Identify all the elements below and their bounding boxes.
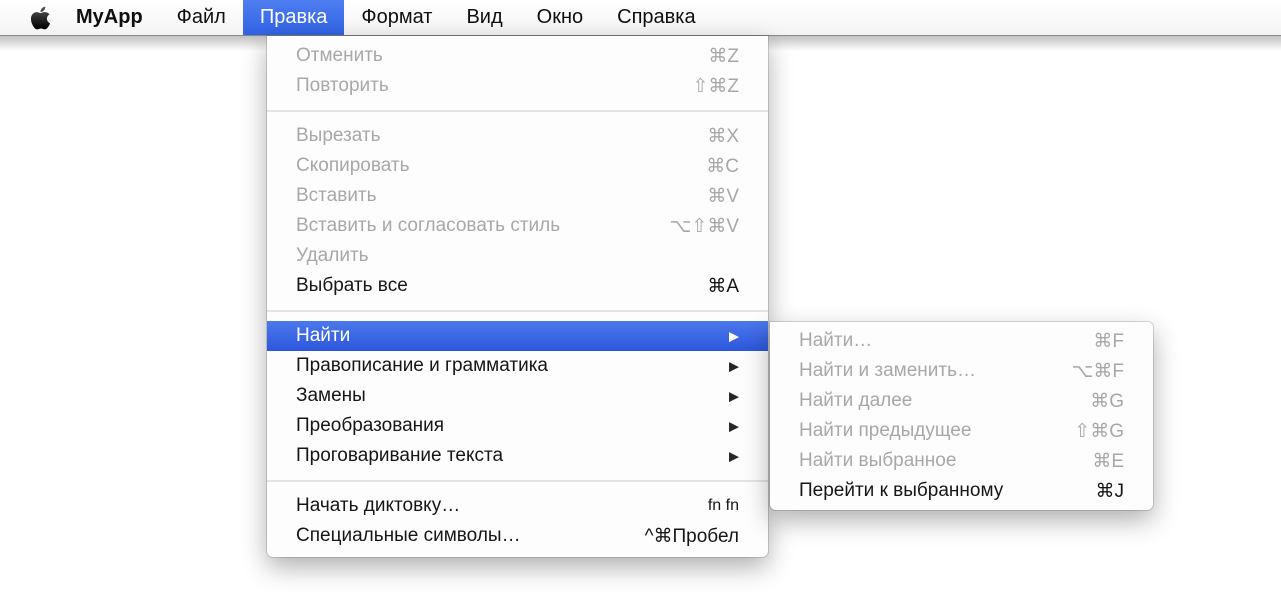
menu-item-shortcut: ^⌘Пробел [645, 525, 739, 548]
menubar-item-file[interactable]: Файл [160, 0, 243, 35]
menu-item-shortcut: ⇧⌘Z [692, 75, 739, 98]
menu-item-label: Найти и заменить… [799, 360, 976, 382]
menu-item-label: Повторить [296, 75, 389, 97]
menu-item-shortcut: ⇧⌘G [1074, 420, 1124, 443]
menu-item-label: Преобразования [296, 415, 444, 437]
menu-item-label: Выбрать все [296, 275, 408, 297]
menubar-item-window[interactable]: Окно [520, 0, 600, 35]
edit-menu: Отменить ⌘Z Повторить ⇧⌘Z Вырезать ⌘X Ск… [267, 36, 768, 557]
menubar-item-edit[interactable]: Правка [243, 0, 345, 35]
menu-bar: MyApp Файл Правка Формат Вид Окно Справк… [0, 0, 1281, 36]
menu-item-shortcut: ⌘E [1092, 450, 1124, 473]
menu-item-label: Вырезать [296, 125, 381, 147]
menu-item-spelling-and-grammar[interactable]: Правописание и грамматика ▶ [267, 351, 768, 381]
menu-item-shortcut: ⌘X [707, 125, 739, 148]
menu-item-shortcut: ⌘V [707, 185, 739, 208]
menu-item-label: Найти предыдущее [799, 420, 971, 442]
menu-item-redo[interactable]: Повторить ⇧⌘Z [267, 71, 768, 101]
menu-item-shortcut: ⌥⌘F [1071, 360, 1124, 383]
menu-item-label: Правописание и грамматика [296, 355, 548, 377]
submenu-arrow-icon: ▶ [729, 449, 739, 465]
menu-item-shortcut: ⌥⇧⌘V [670, 215, 740, 238]
menu-item-shortcut: ⌘G [1090, 390, 1124, 413]
menu-item-label: Найти далее [799, 390, 912, 412]
submenu-arrow-icon: ▶ [729, 419, 739, 435]
menu-item-label: Скопировать [296, 155, 409, 177]
menu-item-paste[interactable]: Вставить ⌘V [267, 181, 768, 211]
menu-item-speech[interactable]: Проговаривание текста ▶ [267, 441, 768, 471]
menu-item-copy[interactable]: Скопировать ⌘C [267, 151, 768, 181]
submenu-item-jump-to-selection[interactable]: Перейти к выбранному ⌘J [770, 476, 1153, 506]
find-submenu: Найти… ⌘F Найти и заменить… ⌥⌘F Найти да… [770, 322, 1153, 510]
menu-item-label: Удалить [296, 245, 369, 267]
desktop: MyApp Файл Правка Формат Вид Окно Справк… [0, 0, 1281, 595]
submenu-arrow-icon: ▶ [729, 359, 739, 375]
menu-item-label: Замены [296, 385, 366, 407]
menu-item-label: Найти [296, 325, 350, 347]
menu-item-label: Найти выбранное [799, 450, 956, 472]
apple-menu[interactable] [30, 0, 51, 35]
submenu-item-find-previous[interactable]: Найти предыдущее ⇧⌘G [770, 416, 1153, 446]
submenu-item-find-selection[interactable]: Найти выбранное ⌘E [770, 446, 1153, 476]
menu-item-label: Начать диктовку… [296, 495, 460, 517]
menu-item-shortcut: ⌘J [1096, 480, 1125, 503]
submenu-arrow-icon: ▶ [729, 389, 739, 405]
menu-separator [267, 301, 768, 321]
menubar-item-app[interactable]: MyApp [59, 0, 160, 35]
menu-item-shortcut: ⌘F [1093, 330, 1124, 353]
menubar-item-format[interactable]: Формат [344, 0, 449, 35]
menubar-item-view[interactable]: Вид [449, 0, 519, 35]
menu-item-label: Вставить [296, 185, 377, 207]
menu-item-start-dictation[interactable]: Начать диктовку… fn fn [267, 491, 768, 521]
menu-item-special-characters[interactable]: Специальные символы… ^⌘Пробел [267, 521, 768, 551]
menu-item-delete[interactable]: Удалить [267, 241, 768, 271]
menu-item-label: Найти… [799, 330, 872, 352]
menu-separator [267, 101, 768, 121]
submenu-item-find[interactable]: Найти… ⌘F [770, 326, 1153, 356]
menu-item-select-all[interactable]: Выбрать все ⌘A [267, 271, 768, 301]
menu-separator [267, 471, 768, 491]
menu-item-label: Специальные символы… [296, 525, 521, 547]
menu-item-shortcut: ⌘Z [708, 45, 739, 68]
menu-item-label: Отменить [296, 45, 383, 67]
menu-item-undo[interactable]: Отменить ⌘Z [267, 41, 768, 71]
menu-item-label: Перейти к выбранному [799, 480, 1003, 502]
submenu-item-find-and-replace[interactable]: Найти и заменить… ⌥⌘F [770, 356, 1153, 386]
submenu-item-find-next[interactable]: Найти далее ⌘G [770, 386, 1153, 416]
menu-item-paste-and-match-style[interactable]: Вставить и согласовать стиль ⌥⇧⌘V [267, 211, 768, 241]
menu-item-label: Вставить и согласовать стиль [296, 215, 560, 237]
menu-item-find[interactable]: Найти ▶ [267, 321, 768, 351]
menu-item-shortcut: ⌘A [707, 275, 739, 298]
menu-item-shortcut: ⌘C [706, 155, 739, 178]
apple-icon [30, 5, 51, 31]
menu-item-transformations[interactable]: Преобразования ▶ [267, 411, 768, 441]
menubar-item-help[interactable]: Справка [600, 0, 712, 35]
submenu-arrow-icon: ▶ [729, 329, 739, 345]
menu-item-label: Проговаривание текста [296, 445, 503, 467]
menu-item-shortcut: fn fn [708, 497, 739, 515]
menu-item-substitutions[interactable]: Замены ▶ [267, 381, 768, 411]
menu-item-cut[interactable]: Вырезать ⌘X [267, 121, 768, 151]
